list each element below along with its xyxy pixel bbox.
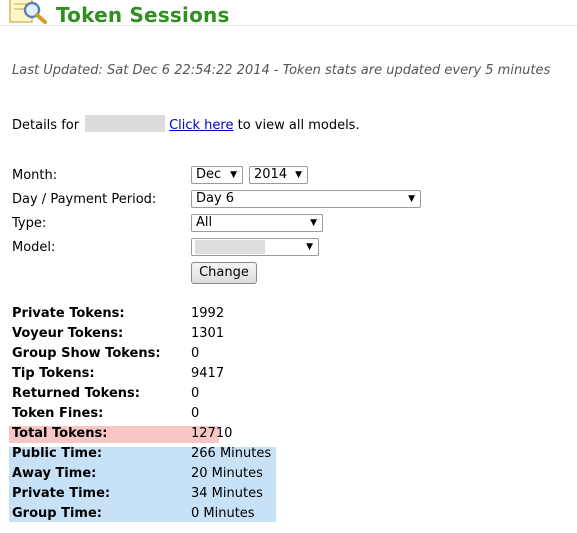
type-label: Type: xyxy=(12,216,47,231)
day-select[interactable]: Day 6 ▼ xyxy=(191,190,421,208)
stat-label: Returned Tokens: xyxy=(12,386,140,401)
dropdown-arrow-icon: ▼ xyxy=(306,242,313,252)
type-select-value: All xyxy=(196,215,213,230)
stat-value: 34 Minutes xyxy=(191,486,263,501)
dropdown-arrow-icon: ▼ xyxy=(230,170,237,180)
view-all-models-link[interactable]: Click here xyxy=(169,118,233,133)
model-label: Model: xyxy=(12,240,56,255)
last-updated-text: Last Updated: Sat Dec 6 22:54:22 2014 - … xyxy=(12,63,551,78)
magnifier-document-icon xyxy=(9,0,47,24)
stat-value: 1992 xyxy=(191,306,225,321)
stat-label: Token Fines: xyxy=(12,406,104,421)
stat-value: 0 xyxy=(191,386,200,401)
month-select-value: Dec xyxy=(196,167,222,182)
redacted-model-value xyxy=(195,240,265,254)
month-label: Month: xyxy=(12,168,58,183)
stat-label: Public Time: xyxy=(12,446,103,461)
stat-label: Group Show Tokens: xyxy=(12,346,161,361)
stat-label: Away Time: xyxy=(12,466,97,481)
year-select-value: 2014 xyxy=(254,167,288,182)
dropdown-arrow-icon: ▼ xyxy=(408,194,415,204)
stat-value: 9417 xyxy=(191,366,225,381)
model-select[interactable]: ▼ xyxy=(191,238,319,256)
day-select-value: Day 6 xyxy=(196,191,235,206)
stat-value: 1301 xyxy=(191,326,225,341)
stat-value: 0 Minutes xyxy=(191,506,255,521)
stat-label: Group Time: xyxy=(12,506,102,521)
dropdown-arrow-icon: ▼ xyxy=(295,170,302,180)
stat-label: Private Time: xyxy=(12,486,111,501)
total-tokens-value: 12710 xyxy=(191,426,233,441)
details-prefix: Details for xyxy=(12,118,80,133)
details-line: Details for Click here to view all models… xyxy=(12,115,360,133)
details-suffix: to view all models. xyxy=(237,118,360,133)
day-label: Day / Payment Period: xyxy=(12,192,157,207)
change-button[interactable]: Change xyxy=(191,262,257,284)
stat-label: Private Tokens: xyxy=(12,306,125,321)
page-title: Token Sessions xyxy=(56,3,230,27)
redacted-model-name xyxy=(85,115,166,132)
stat-label: Voyeur Tokens: xyxy=(12,326,124,341)
stat-value: 266 Minutes xyxy=(191,446,272,461)
page-header: Token Sessions xyxy=(0,0,577,27)
year-select[interactable]: 2014 ▼ xyxy=(249,166,308,184)
type-select[interactable]: All ▼ xyxy=(191,214,323,232)
stat-value: 20 Minutes xyxy=(191,466,263,481)
header-divider xyxy=(0,25,577,26)
dropdown-arrow-icon: ▼ xyxy=(310,218,317,228)
stat-value: 0 xyxy=(191,406,200,421)
month-select[interactable]: Dec ▼ xyxy=(191,166,243,184)
stat-value: 0 xyxy=(191,346,200,361)
stat-label: Tip Tokens: xyxy=(12,366,95,381)
total-tokens-label: Total Tokens: xyxy=(12,426,108,441)
